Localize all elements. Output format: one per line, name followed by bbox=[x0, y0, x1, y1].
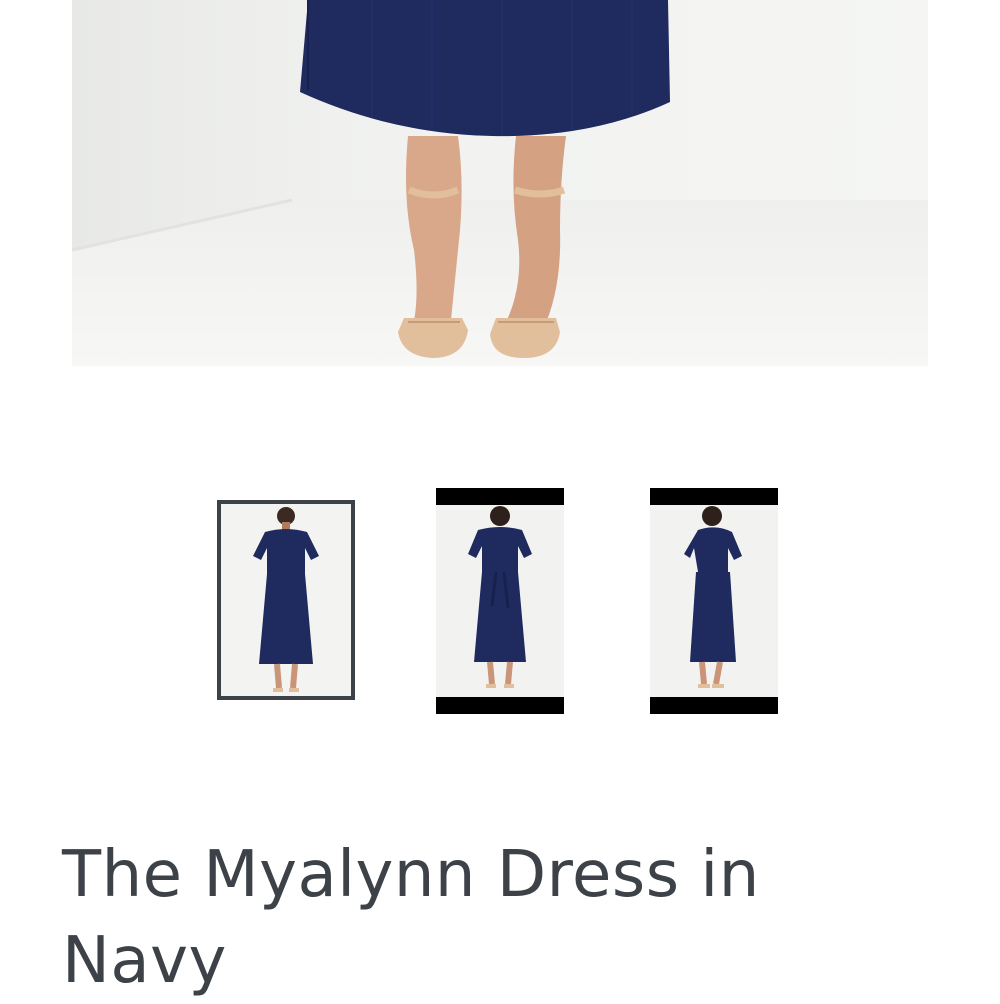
thumbnail-back-view[interactable] bbox=[436, 488, 564, 714]
thumbnail-front-view[interactable] bbox=[217, 500, 355, 700]
main-product-image[interactable] bbox=[72, 0, 928, 366]
product-title: The Myalynn Dress in Navy bbox=[62, 838, 760, 998]
thumbnail-back-graphic bbox=[436, 488, 564, 714]
thumbnail-side-view[interactable] bbox=[650, 488, 778, 714]
thumbnail-side-graphic bbox=[650, 488, 778, 714]
thumbnail-gallery bbox=[0, 488, 1000, 714]
main-image-graphic bbox=[72, 0, 928, 366]
thumbnail-front-graphic bbox=[221, 504, 351, 696]
